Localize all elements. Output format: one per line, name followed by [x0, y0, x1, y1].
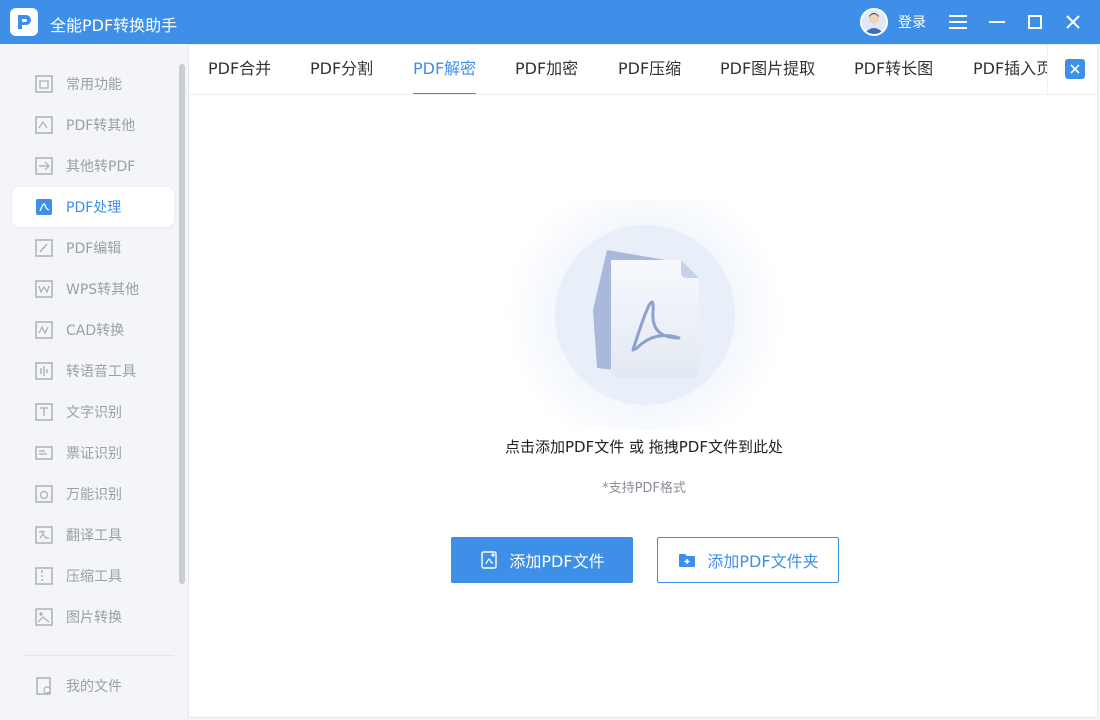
translate-icon [34, 525, 54, 545]
login-area[interactable]: 登录 [860, 8, 926, 36]
sidebar-item-label: 压缩工具 [66, 569, 122, 585]
sidebar-item-common[interactable]: 常用功能 [12, 64, 174, 104]
compress-icon [34, 566, 54, 586]
sidebar-item-label: 常用功能 [66, 77, 122, 93]
cad-icon [34, 320, 54, 340]
to-pdf-icon [34, 156, 54, 176]
minimize-button[interactable] [985, 10, 1009, 34]
image-convert-icon [34, 607, 54, 627]
add-folder-icon [677, 550, 697, 570]
sidebar-item-label: 万能识别 [66, 487, 122, 503]
sidebar-item-image-convert[interactable]: 图片转换 [12, 597, 174, 637]
sidebar-item-compress[interactable]: 压缩工具 [12, 556, 174, 596]
sidebar-item-label: 翻译工具 [66, 528, 122, 544]
close-icon [1066, 15, 1080, 29]
sidebar-item-label: 我的文件 [66, 679, 122, 695]
sidebar-item-universal-ocr[interactable]: 万能识别 [12, 474, 174, 514]
pdf-convert-icon [34, 115, 54, 135]
text-ocr-icon [34, 402, 54, 422]
sidebar-item-label: 票证识别 [66, 446, 122, 462]
sidebar-scrollbar[interactable] [179, 64, 185, 584]
add-file-icon [479, 550, 499, 570]
maximize-icon [1028, 15, 1042, 29]
sidebar-item-label: CAD转换 [66, 323, 125, 339]
app-title: 全能PDF转换助手 [50, 16, 178, 35]
pdf-process-icon [34, 197, 54, 217]
tab-pdf-long-image[interactable]: PDF转长图 [854, 45, 933, 94]
sidebar-item-voice[interactable]: 转语音工具 [12, 351, 174, 391]
maximize-button[interactable] [1023, 10, 1047, 34]
sidebar: 常用功能 PDF转其他 其他转PDF PDF处理 PDF编辑 WPS转其他 CA… [0, 44, 186, 720]
login-label[interactable]: 登录 [898, 12, 926, 32]
title-bar: 全能PDF转换助手 登录 [0, 0, 1100, 44]
sidebar-item-label: WPS转其他 [66, 282, 140, 298]
sidebar-item-label: 其他转PDF [66, 159, 136, 175]
tab-pdf-merge[interactable]: PDF合并 [208, 45, 271, 94]
sidebar-item-pdf-process[interactable]: PDF处理 [12, 187, 174, 227]
format-hint: *支持PDF格式 [602, 481, 686, 496]
pdf-edit-icon [34, 238, 54, 258]
pdf-file-illustration [505, 200, 785, 430]
main-panel: PDF合并 PDF分割 PDF解密 PDF加密 PDF压缩 PDF图片提取 PD… [188, 44, 1098, 718]
sidebar-item-label: PDF处理 [66, 200, 122, 216]
sidebar-item-label: 图片转换 [66, 610, 122, 626]
sidebar-item-label: 转语音工具 [66, 364, 136, 380]
close-button[interactable] [1061, 10, 1085, 34]
sidebar-item-text-ocr[interactable]: 文字识别 [12, 392, 174, 432]
tab-pdf-decrypt[interactable]: PDF解密 [413, 45, 477, 94]
menu-icon [949, 15, 967, 29]
close-icon [1070, 64, 1080, 74]
sidebar-item-label: 文字识别 [66, 405, 122, 421]
sidebar-item-pdf-edit[interactable]: PDF编辑 [12, 228, 174, 268]
app-logo-icon [10, 8, 38, 36]
wps-icon [34, 279, 54, 299]
sidebar-item-label: PDF转其他 [66, 118, 136, 134]
sidebar-item-pdf-to-other[interactable]: PDF转其他 [12, 105, 174, 145]
sidebar-item-other-to-pdf[interactable]: 其他转PDF [12, 146, 174, 186]
menu-button[interactable] [946, 10, 970, 34]
sidebar-item-translate[interactable]: 翻译工具 [12, 515, 174, 555]
my-files-icon [34, 676, 54, 696]
sidebar-item-label: PDF编辑 [66, 241, 122, 257]
tab-pdf-split[interactable]: PDF分割 [310, 45, 373, 94]
add-file-label: 添加PDF文件 [509, 552, 605, 571]
sidebar-item-my-files[interactable]: 我的文件 [12, 666, 174, 706]
drop-instruction: 点击添加PDF文件 或 拖拽PDF文件到此处 [505, 438, 783, 456]
home-grid-icon [34, 74, 54, 94]
file-drop-zone[interactable]: 点击添加PDF文件 或 拖拽PDF文件到此处 *支持PDF格式 添加PDF文件 … [189, 95, 1097, 717]
ticket-ocr-icon [34, 443, 54, 463]
tab-pdf-compress[interactable]: PDF压缩 [618, 45, 681, 94]
tool-tabs: PDF合并 PDF分割 PDF解密 PDF加密 PDF压缩 PDF图片提取 PD… [189, 45, 1097, 95]
voice-icon [34, 361, 54, 381]
tab-pdf-encrypt[interactable]: PDF加密 [515, 45, 578, 94]
sidebar-divider [24, 655, 174, 656]
tabs-close-button[interactable] [1065, 59, 1085, 79]
avatar[interactable] [860, 8, 888, 36]
tab-pdf-image-extract[interactable]: PDF图片提取 [720, 45, 815, 94]
tab-pdf-insert-page[interactable]: PDF插入页 [973, 45, 1052, 94]
sidebar-item-cad[interactable]: CAD转换 [12, 310, 174, 350]
add-pdf-file-button[interactable]: 添加PDF文件 [451, 537, 633, 583]
universal-ocr-icon [34, 484, 54, 504]
minimize-icon [989, 21, 1005, 23]
sidebar-item-wps[interactable]: WPS转其他 [12, 269, 174, 309]
add-folder-label: 添加PDF文件夹 [707, 552, 819, 571]
sidebar-item-ticket-ocr[interactable]: 票证识别 [12, 433, 174, 473]
add-pdf-folder-button[interactable]: 添加PDF文件夹 [657, 537, 839, 583]
